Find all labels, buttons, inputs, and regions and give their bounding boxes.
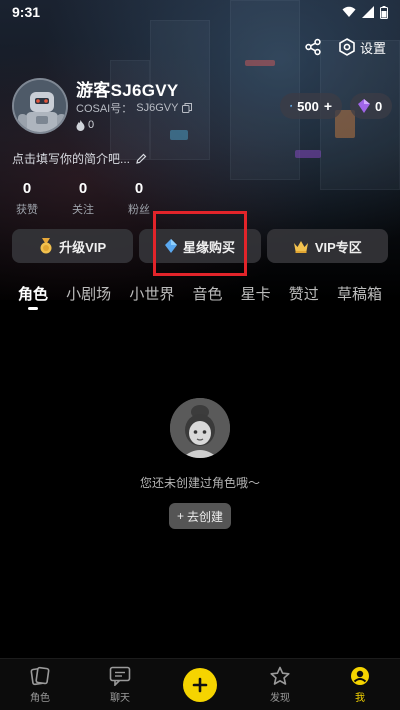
bio-placeholder: 点击填写你的简介吧... — [12, 152, 131, 166]
cards-icon — [30, 666, 50, 685]
nav-chat-label: 聊天 — [110, 692, 130, 704]
tab-roles[interactable]: 角色 — [18, 283, 49, 310]
stat-likes-value: 0 — [22, 180, 32, 197]
nav-me-label: 我 — [355, 692, 365, 704]
create-plus-button[interactable] — [183, 667, 217, 702]
stat-following[interactable]: 0 关注 — [68, 180, 98, 217]
fire-icon — [76, 119, 85, 131]
chat-icon — [109, 666, 131, 686]
cosai-id-value: SJ6GVY — [136, 102, 179, 114]
action-buttons: 升级VIP 星缘购买 VIP专区 — [12, 229, 388, 263]
cosai-id-label: COSAI号： — [76, 103, 133, 115]
tab-roles-label: 角色 — [18, 286, 49, 303]
nav-create[interactable] — [170, 667, 230, 702]
purple-gem-icon — [358, 99, 370, 113]
crystal-balance-pill[interactable]: 500 + — [280, 93, 342, 119]
stat-followers[interactable]: 0 粉丝 — [124, 180, 154, 217]
vip-medal-icon — [40, 238, 52, 254]
nav-roles[interactable]: 角色 — [10, 666, 70, 704]
tab-mini-theater[interactable]: 小剧场 — [66, 283, 111, 304]
tab-mini-world[interactable]: 小世界 — [129, 283, 174, 304]
status-icons — [342, 5, 388, 19]
empty-message: 您还未创建过角色哦～ — [139, 476, 260, 490]
top-actions: 设置 — [302, 36, 386, 58]
crown-icon — [293, 240, 308, 253]
settings-label: 设置 — [359, 40, 386, 56]
user-icon — [351, 666, 369, 685]
battery-icon — [380, 5, 388, 19]
fire-count: 0 — [88, 119, 95, 131]
nav-chat[interactable]: 聊天 — [90, 666, 150, 704]
wifi-icon — [342, 6, 356, 17]
create-role-label: 去创建 — [187, 509, 224, 524]
active-tab-indicator — [28, 307, 38, 310]
bottom-navigation: 角色 聊天 发现 我 — [0, 658, 400, 710]
gem-balance-pill[interactable]: 0 — [350, 93, 392, 119]
crystal-add-icon: + — [323, 98, 332, 114]
crystal-balance: 500 — [297, 98, 319, 114]
vip-zone-label: VIP专区 — [314, 239, 362, 255]
nav-discover[interactable]: 发现 — [250, 666, 310, 704]
share-button[interactable] — [302, 36, 324, 58]
tab-star-card[interactable]: 星卡 — [241, 283, 271, 304]
status-bar: 9:31 — [0, 0, 400, 24]
share-icon — [305, 38, 321, 56]
gem-balance: 0 — [375, 98, 383, 114]
settings-button[interactable]: 设置 — [338, 38, 386, 57]
signal-icon — [362, 6, 374, 18]
empty-state: 您还未创建过角色哦～ + 去创建 — [0, 398, 400, 529]
bio-row[interactable]: 点击填写你的简介吧... — [12, 150, 147, 167]
nav-roles-label: 角色 — [30, 692, 50, 704]
vip-zone-button[interactable]: VIP专区 — [266, 229, 388, 263]
upgrade-vip-button[interactable]: 升级VIP — [12, 229, 134, 263]
edit-pencil-icon — [136, 153, 147, 164]
star-icon — [270, 666, 290, 685]
stat-followers-value: 0 — [134, 180, 144, 197]
stat-following-value: 0 — [78, 180, 88, 197]
stats-row: 0 获赞 0 关注 0 粉丝 — [12, 180, 154, 217]
character-illustration-icon — [170, 398, 230, 458]
avatar[interactable] — [12, 78, 68, 134]
plus-icon: + — [176, 509, 184, 523]
tab-voice[interactable]: 音色 — [192, 283, 222, 304]
plus-icon — [192, 677, 208, 692]
stat-likes[interactable]: 0 获赞 — [12, 180, 42, 217]
crystal-icon — [290, 104, 293, 108]
settings-icon — [339, 38, 355, 56]
stat-following-label: 关注 — [72, 204, 94, 216]
nav-me[interactable]: 我 — [330, 666, 390, 704]
copy-icon[interactable] — [182, 103, 193, 113]
stat-followers-label: 粉丝 — [128, 204, 150, 216]
xingyuan-buy-button[interactable]: 星缘购买 — [139, 229, 261, 263]
tab-drafts[interactable]: 草稿箱 — [337, 283, 382, 304]
content-tabs: 角色 小剧场 小世界 音色 星卡 赞过 草稿箱 — [0, 283, 400, 310]
empty-character-illustration — [170, 398, 230, 458]
xingyuan-buy-label: 星缘购买 — [182, 239, 235, 255]
fire-count-row: 0 — [76, 119, 94, 131]
nav-discover-label: 发现 — [270, 692, 290, 704]
crystal-icon — [164, 239, 177, 253]
stat-likes-label: 获赞 — [16, 204, 38, 216]
cosai-id-row: COSAI号： SJ6GVY — [76, 100, 193, 116]
create-role-button[interactable]: + 去创建 — [169, 503, 231, 529]
tab-liked[interactable]: 赞过 — [289, 283, 319, 304]
status-time: 9:31 — [12, 4, 41, 20]
username: 游客SJ6GVY — [76, 81, 179, 100]
upgrade-vip-label: 升级VIP — [59, 239, 107, 255]
